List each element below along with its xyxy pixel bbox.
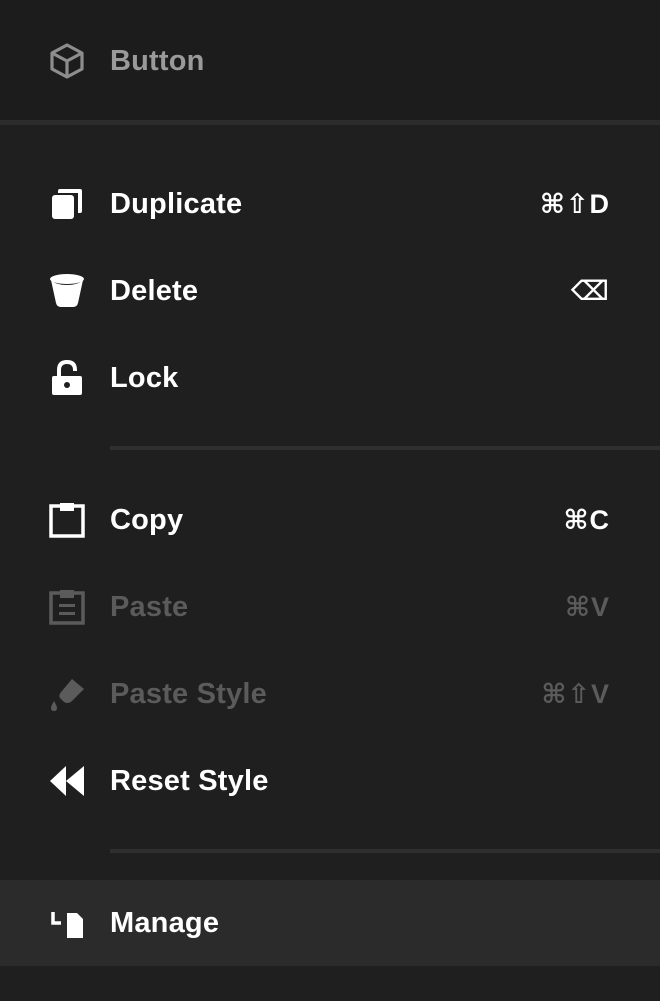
menu-item-duplicate[interactable]: Duplicate ⌘⇧D [0,161,660,247]
menu-header: Button [0,0,660,120]
menu-item-copy[interactable]: Copy ⌘C [0,477,660,563]
menu-item-label: Delete [110,274,199,307]
header-title: Button [110,44,205,77]
paste-icon [48,588,86,626]
manage-icon [48,904,86,942]
menu-item-lock[interactable]: Lock [0,335,660,421]
menu-item-shortcut: ⌘⇧V [541,678,610,709]
lock-icon [48,359,86,397]
menu-item-reset-style[interactable]: Reset Style [0,738,660,824]
section-divider [110,446,660,450]
trash-icon [48,272,86,310]
menu-item-paste-style[interactable]: Paste Style ⌘⇧V [0,651,660,737]
menu-item-label: Copy [110,503,184,536]
menu-item-shortcut: ⌘⇧D [539,188,610,219]
context-menu: Button Duplicate ⌘⇧D Delete ⌫ Lock Copy … [0,0,660,1001]
menu-item-label: Duplicate [110,187,243,220]
menu-item-shortcut: ⌘C [563,504,610,535]
rewind-icon [48,762,86,800]
section-divider [110,849,660,853]
menu-item-label: Reset Style [110,764,269,797]
duplicate-icon [48,185,86,223]
menu-item-label: Manage [110,906,220,939]
menu-item-shortcut: ⌫ [570,275,610,306]
menu-item-label: Lock [110,361,179,394]
menu-item-shortcut: ⌘V [564,591,610,622]
clipboard-icon [48,501,86,539]
menu-item-manage[interactable]: Manage [0,880,660,966]
menu-item-label: Paste Style [110,677,267,710]
header-divider [0,120,660,125]
menu-item-label: Paste [110,590,189,623]
paint-bucket-icon [48,675,86,713]
menu-item-paste[interactable]: Paste ⌘V [0,564,660,650]
menu-item-delete[interactable]: Delete ⌫ [0,248,660,334]
cube-icon [48,42,86,80]
header-row: Button [0,18,660,104]
